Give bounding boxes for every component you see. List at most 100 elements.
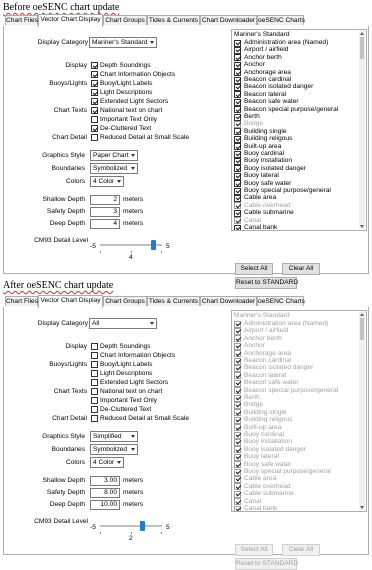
shallow-depth-input[interactable]: 2 (90, 195, 120, 205)
buoy-light-labels-checkbox[interactable] (91, 361, 98, 368)
select-all-button[interactable]: Select All (235, 544, 273, 556)
detail-level-slider[interactable] (100, 240, 162, 253)
important-text-only-checkbox[interactable] (91, 397, 98, 404)
colors-select[interactable]: 4 Color (90, 176, 124, 187)
caption-before: Before oeSENC chart update (3, 2, 120, 13)
scroll-up-icon[interactable] (360, 32, 364, 35)
list-item[interactable]: Canal bank (234, 224, 358, 231)
tab-chart-files[interactable]: Chart Files (5, 296, 38, 306)
tab-oesenc-charts[interactable]: oeSENC Charts (257, 296, 305, 306)
graphics-style-select[interactable]: Simplified (90, 431, 138, 442)
chevron-down-icon (150, 322, 154, 325)
list-title: Mariner's Standard (234, 312, 290, 319)
national-text-checkbox[interactable] (91, 388, 98, 395)
tab-tides-currents[interactable]: Tides & Currents (147, 296, 200, 306)
safety-depth-label: Safety Depth (46, 208, 85, 215)
chevron-down-icon (117, 461, 121, 464)
reduced-detail-checkbox[interactable] (91, 415, 98, 422)
boundaries-label: Boundaries (51, 446, 85, 453)
tab-chart-groups[interactable]: Chart Groups (103, 296, 147, 306)
display-category-label: Display Category (37, 39, 88, 46)
decluttered-text-checkbox[interactable] (91, 406, 98, 413)
decluttered-text-label: De-Cluttered Text (100, 125, 152, 132)
light-descriptions-checkbox[interactable] (91, 89, 98, 96)
scroll-down-icon[interactable] (360, 506, 364, 509)
tab-chart-groups[interactable]: Chart Groups (103, 15, 147, 25)
list-item[interactable]: Canal bank (234, 505, 358, 511)
list-item-label: Canal bank (244, 224, 278, 231)
display-category-select[interactable]: Mariner's Standard (89, 37, 157, 48)
object-list[interactable]: Mariner's Standard Administration area (… (231, 310, 367, 512)
buoy-light-labels-checkbox[interactable] (91, 80, 98, 87)
light-descriptions-checkbox[interactable] (91, 370, 98, 377)
slider-thumb[interactable] (140, 521, 145, 531)
boundaries-select[interactable]: Symbolized (90, 163, 138, 174)
buoys-lights-label: Buoys/Lights (49, 80, 87, 87)
chevron-down-icon (150, 41, 154, 44)
display-category-select[interactable]: All (89, 318, 157, 329)
tab-chart-downloader[interactable]: Chart Downloader (200, 15, 257, 25)
chevron-down-icon (117, 180, 121, 183)
object-list[interactable]: Mariner's Standard Administration area (… (231, 29, 367, 231)
scrollbar[interactable] (359, 31, 365, 229)
safety-depth-input[interactable]: 8.00 (90, 488, 120, 498)
list-title: Mariner's Standard (234, 31, 290, 38)
scrollbar[interactable] (359, 312, 365, 510)
deep-depth-input[interactable]: 10.00 (90, 500, 120, 510)
shallow-depth-input[interactable]: 3.00 (90, 476, 120, 486)
slider-thumb[interactable] (151, 240, 156, 250)
clear-all-button[interactable]: Clear All (282, 544, 320, 556)
chart-info-objects-checkbox[interactable] (91, 352, 98, 359)
reduced-detail-label: Reduced Detail at Small Scale (100, 134, 190, 141)
boundaries-select[interactable]: Symbolized (90, 444, 138, 455)
scroll-thumb[interactable] (360, 318, 364, 340)
scroll-thumb[interactable] (360, 37, 364, 59)
select-all-button[interactable]: Select All (235, 263, 273, 275)
tab-tides-currents[interactable]: Tides & Currents (147, 15, 200, 25)
deep-depth-unit: meters (123, 501, 144, 508)
graphics-style-select[interactable]: Paper Chart (90, 150, 138, 161)
tab-chart-files[interactable]: Chart Files (5, 15, 38, 25)
scroll-up-icon[interactable] (360, 313, 364, 316)
deep-depth-label: Deep Depth (49, 501, 85, 508)
slider-max-label: 5 (166, 524, 170, 531)
reset-standard-button[interactable]: Reset to STANDARD (235, 558, 298, 570)
clear-all-button[interactable]: Clear All (282, 263, 320, 275)
chart-info-objects-checkbox[interactable] (91, 71, 98, 78)
display-label: Display (65, 62, 87, 69)
important-text-only-label: Important Text Only (100, 116, 158, 123)
tab-vector-chart-display[interactable]: Vector Chart Display (38, 295, 103, 308)
depth-soundings-checkbox[interactable] (91, 343, 98, 350)
depth-soundings-checkbox[interactable] (91, 62, 98, 69)
shallow-depth-unit: meters (123, 477, 144, 484)
deep-depth-input[interactable]: 4 (90, 219, 120, 229)
detail-level-slider[interactable] (100, 521, 162, 534)
list-item-checkbox[interactable] (234, 224, 241, 230)
tab-vector-chart-display[interactable]: Vector Chart Display (38, 14, 103, 27)
tab-content: Display Category All Display Depth Sound… (3, 307, 369, 570)
decluttered-text-checkbox[interactable] (91, 125, 98, 132)
reduced-detail-checkbox[interactable] (91, 134, 98, 141)
chart-texts-label: Chart Texts (53, 107, 87, 114)
scroll-down-icon[interactable] (360, 225, 364, 228)
tab-oesenc-charts[interactable]: oeSENC Charts (257, 15, 305, 25)
national-text-checkbox[interactable] (91, 107, 98, 114)
slider-tick (161, 532, 162, 534)
safety-depth-unit: meters (123, 208, 144, 215)
slider-tick (161, 251, 162, 253)
important-text-only-checkbox[interactable] (91, 116, 98, 123)
chevron-down-icon (131, 435, 135, 438)
graphics-style-label: Graphics Style (42, 433, 85, 440)
depth-soundings-label: Depth Soundings (100, 343, 151, 350)
colors-select[interactable]: 4 Color (90, 457, 124, 468)
slider-min-label: -5 (90, 524, 96, 531)
extended-light-sectors-checkbox[interactable] (91, 98, 98, 105)
list-item-checkbox[interactable] (234, 505, 241, 511)
colors-value: 4 Color (93, 459, 115, 466)
boundaries-label: Boundaries (51, 165, 85, 172)
boundaries-value: Symbolized (93, 446, 128, 453)
tab-chart-downloader[interactable]: Chart Downloader (200, 296, 257, 306)
reset-standard-button[interactable]: Reset to STANDARD (235, 277, 298, 289)
safety-depth-input[interactable]: 3 (90, 207, 120, 217)
extended-light-sectors-checkbox[interactable] (91, 379, 98, 386)
